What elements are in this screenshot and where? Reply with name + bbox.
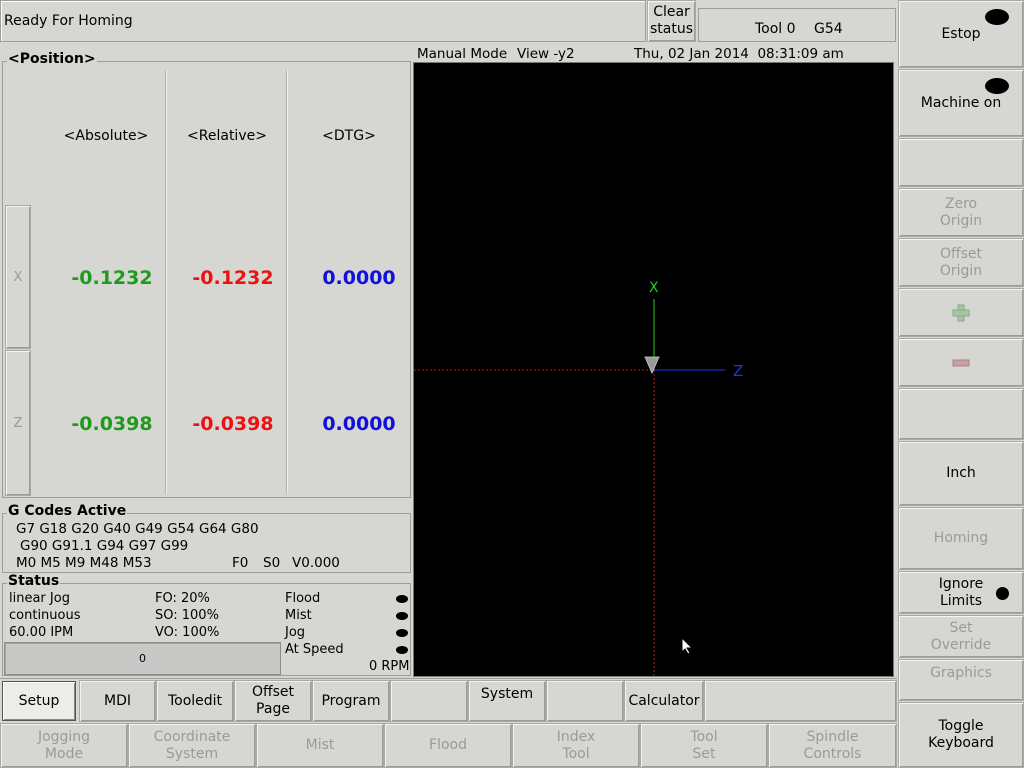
machine-on-led-icon	[985, 78, 1009, 94]
ignore-limits-label: Ignore Limits	[938, 575, 984, 609]
jog-led-icon	[396, 629, 408, 637]
x-axis-label: X	[649, 280, 659, 296]
program-button[interactable]: Program	[312, 680, 390, 722]
at-speed-label: At Speed	[285, 642, 344, 657]
at-speed-led-icon	[396, 646, 408, 654]
blank-tab-button[interactable]	[546, 680, 624, 722]
absolute-header: <Absolute>	[63, 128, 149, 144]
spindle-progress-value: 0	[139, 652, 146, 665]
coordinate-system-button[interactable]: Coordinate System	[128, 723, 256, 768]
view-mode: Manual Mode	[417, 46, 508, 62]
estop-button[interactable]: Estop	[898, 0, 1024, 68]
mouse-cursor-icon	[681, 637, 693, 655]
index-tool-button[interactable]: Index Tool	[512, 723, 640, 768]
tool-cone-icon	[644, 356, 660, 374]
jog-minus-button[interactable]	[898, 338, 1024, 387]
z-axis-label: Z	[733, 362, 743, 380]
toolpath-canvas[interactable]: X Z	[413, 62, 894, 678]
z-relative-value: -0.0398	[192, 413, 274, 435]
ignore-limits-led-icon	[996, 587, 1009, 600]
feed-override-text: FO: 20%	[155, 591, 210, 606]
jogging-mode-button[interactable]: Jogging Mode	[0, 723, 128, 768]
homing-button[interactable]: Homing	[898, 507, 1024, 570]
jog-label: Jog	[285, 625, 306, 640]
tool-number: Tool 0	[755, 21, 796, 37]
spindle-override-text: SO: 100%	[155, 608, 219, 623]
gcodes-line2: G90 G91.1 G94 G97 G99	[20, 538, 189, 554]
velocity-value: V0.000	[292, 555, 340, 571]
setup-button[interactable]: Setup	[2, 681, 76, 721]
x-absolute-value: -0.1232	[71, 267, 153, 289]
system-button[interactable]: System	[468, 680, 546, 722]
jog-rate-text: 60.00 IPM	[9, 625, 74, 640]
dtg-header: <DTG>	[322, 128, 376, 144]
blank-button-2[interactable]	[898, 388, 1024, 440]
zero-origin-button[interactable]: Zero Origin	[898, 188, 1024, 237]
mdi-button[interactable]: MDI	[79, 680, 156, 722]
ignore-limits-button[interactable]: Ignore Limits	[898, 571, 1024, 614]
jog-plus-button[interactable]	[898, 288, 1024, 337]
status-message-bar: Ready For Homing	[0, 0, 646, 42]
axis-z-button[interactable]: Z	[5, 350, 31, 496]
date-time: Thu, 02 Jan 2014 08:31:09 am	[634, 46, 844, 62]
tool-set-button[interactable]: Tool Set	[640, 723, 768, 768]
inch-button[interactable]: Inch	[898, 441, 1024, 506]
offset-origin-button[interactable]: Offset Origin	[898, 238, 1024, 287]
mist-label: Mist	[285, 608, 312, 623]
mcodes-line: M0 M5 M9 M48 M53	[16, 555, 152, 571]
axis-x-button[interactable]: X	[5, 205, 31, 349]
blank-tab-button[interactable]	[704, 680, 897, 722]
status-message: Ready For Homing	[4, 13, 133, 29]
spindle-rpm: 0 RPM	[369, 659, 410, 674]
toggle-keyboard-button[interactable]: Toggle Keyboard	[898, 702, 1024, 768]
x-dtg-value: 0.0000	[322, 267, 396, 289]
flood-led-icon	[396, 595, 408, 603]
clear-status-button[interactable]: Clear status	[647, 0, 696, 42]
flood-button[interactable]: Flood	[384, 723, 512, 768]
set-override-button[interactable]: Set Override	[898, 615, 1024, 658]
gcodes-line1: G7 G18 G20 G40 G49 G54 G64 G80	[16, 521, 259, 537]
machine-on-button[interactable]: Machine on	[898, 69, 1024, 137]
tooledit-button[interactable]: Tooledit	[156, 680, 234, 722]
toolpath-preview: X Z	[414, 280, 743, 678]
jog-mode-text: linear Jog	[9, 591, 70, 606]
gcodes-title: G Codes Active	[7, 503, 128, 519]
blank-button-1[interactable]	[898, 138, 1024, 187]
work-offset: G54	[814, 21, 843, 37]
mist-led-icon	[396, 612, 408, 620]
graphics-button[interactable]: Graphics	[898, 659, 1024, 701]
position-title: <Position>	[7, 51, 97, 67]
feed-value: F0	[232, 555, 249, 571]
flood-label: Flood	[285, 591, 321, 606]
calculator-button[interactable]: Calculator	[624, 680, 704, 722]
velocity-override-text: VO: 100%	[155, 625, 220, 640]
tool-info-panel: Tool 0 G54	[698, 8, 896, 42]
plus-icon	[952, 304, 970, 321]
speed-value: S0	[263, 555, 281, 571]
offset-page-button[interactable]: Offset Page	[234, 680, 312, 722]
minus-icon	[952, 359, 970, 366]
estop-label: Estop	[941, 25, 981, 42]
mist-button[interactable]: Mist	[256, 723, 384, 768]
relative-header: <Relative>	[187, 128, 267, 144]
status-title: Status	[7, 573, 61, 589]
z-dtg-value: 0.0000	[322, 413, 396, 435]
estop-led-icon	[985, 9, 1009, 25]
spindle-progress-bar: 0	[4, 642, 281, 675]
spindle-controls-button[interactable]: Spindle Controls	[768, 723, 897, 768]
jog-type-text: continuous	[9, 608, 81, 623]
machine-on-label: Machine on	[920, 94, 1002, 111]
x-relative-value: -0.1232	[192, 267, 274, 289]
blank-tab-button[interactable]	[390, 680, 468, 722]
view-orientation: View -y2	[517, 46, 575, 62]
z-absolute-value: -0.0398	[71, 413, 153, 435]
